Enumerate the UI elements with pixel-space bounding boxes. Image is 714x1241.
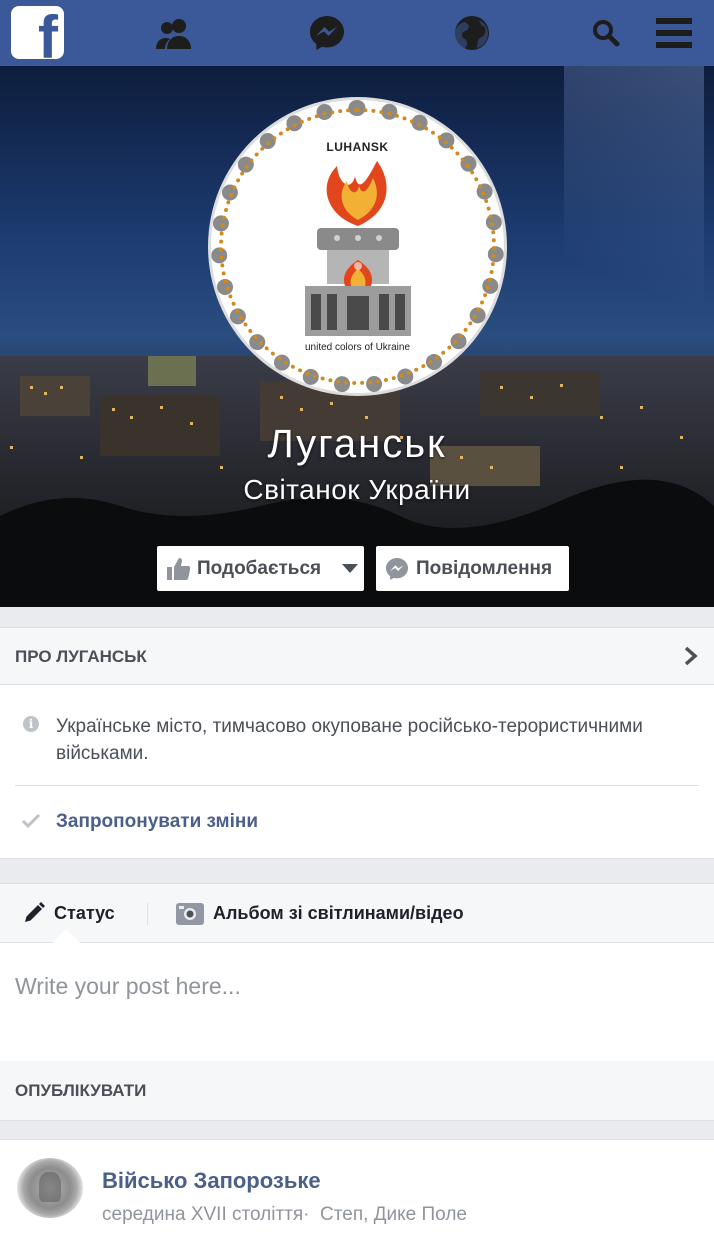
like-dropdown-caret-icon[interactable] [342,564,358,573]
active-tab-indicator [52,929,80,943]
composer-body [0,943,714,1061]
pencil-icon [25,902,45,922]
post-meta: середина XVII століття· Степ, Дике Поле [102,1204,467,1226]
facebook-logo-icon[interactable]: f [11,6,64,59]
messenger-bubble-icon [386,557,408,580]
search-icon[interactable] [590,17,622,49]
menu-icon[interactable] [655,16,693,50]
post-location[interactable]: Степ, Дике Поле [320,1204,467,1225]
about-section-header[interactable]: ПРО ЛУГАНСЬК [0,627,714,685]
friends-icon[interactable] [155,13,195,53]
post-timestamp[interactable]: середина XVII століття [102,1204,303,1225]
post-text-input[interactable] [15,973,695,1000]
message-button[interactable]: Повідомлення [376,546,569,591]
searchlight-beam [564,66,704,366]
tab-album-label: Альбом зі світлинами/відео [213,902,464,923]
camera-icon [176,903,204,925]
avatar[interactable] [17,1158,83,1218]
seal-top-text: LUHANSK [326,140,389,154]
composer-tabs: Статус Альбом зі світлинами/відео [0,883,714,943]
page-title: Луганськ [267,422,447,466]
top-navigation-bar: f [0,0,714,66]
publish-label: ОПУБЛІКУВАТИ [15,1081,147,1100]
chevron-right-icon[interactable] [684,646,698,666]
info-icon: i [23,716,39,732]
about-header-label: ПРО ЛУГАНСЬК [15,647,147,666]
tab-photo-album[interactable]: Альбом зі світлинами/відео [175,884,464,942]
page-profile-picture[interactable]: LUHANSK united colors of Ukraine [211,100,504,393]
thumbs-up-icon [167,557,191,580]
message-button-label: Повідомлення [416,557,553,579]
feed-post: Військо Запорозьке середина XVII столітт… [0,1139,714,1241]
meta-separator: · [303,1204,310,1225]
tab-status-label: Статус [54,902,115,923]
like-button-label: Подобається [197,557,322,579]
about-section-body: i Українське місто, тимчасово окуповане … [0,685,714,859]
torch-emblem-icon [305,161,411,336]
cover-photo: LUHANSK united colors of Ukraine Лугансь… [0,66,714,607]
seal-bottom-text: united colors of Ukraine [304,342,411,353]
about-description: Українське місто, тимчасово окуповане ро… [56,716,643,764]
page-subtitle: Світанок України [243,474,471,505]
post-author-link[interactable]: Військо Запорозьке [102,1168,321,1194]
like-button[interactable]: Подобається [157,546,364,591]
checkmark-icon [21,813,41,829]
suggest-edits-link[interactable]: Запропонувати зміни [56,811,258,833]
globe-icon[interactable] [452,13,492,53]
tab-separator [147,903,148,925]
divider [15,785,699,786]
publish-button[interactable]: ОПУБЛІКУВАТИ [0,1061,714,1121]
messenger-icon[interactable] [307,13,347,53]
